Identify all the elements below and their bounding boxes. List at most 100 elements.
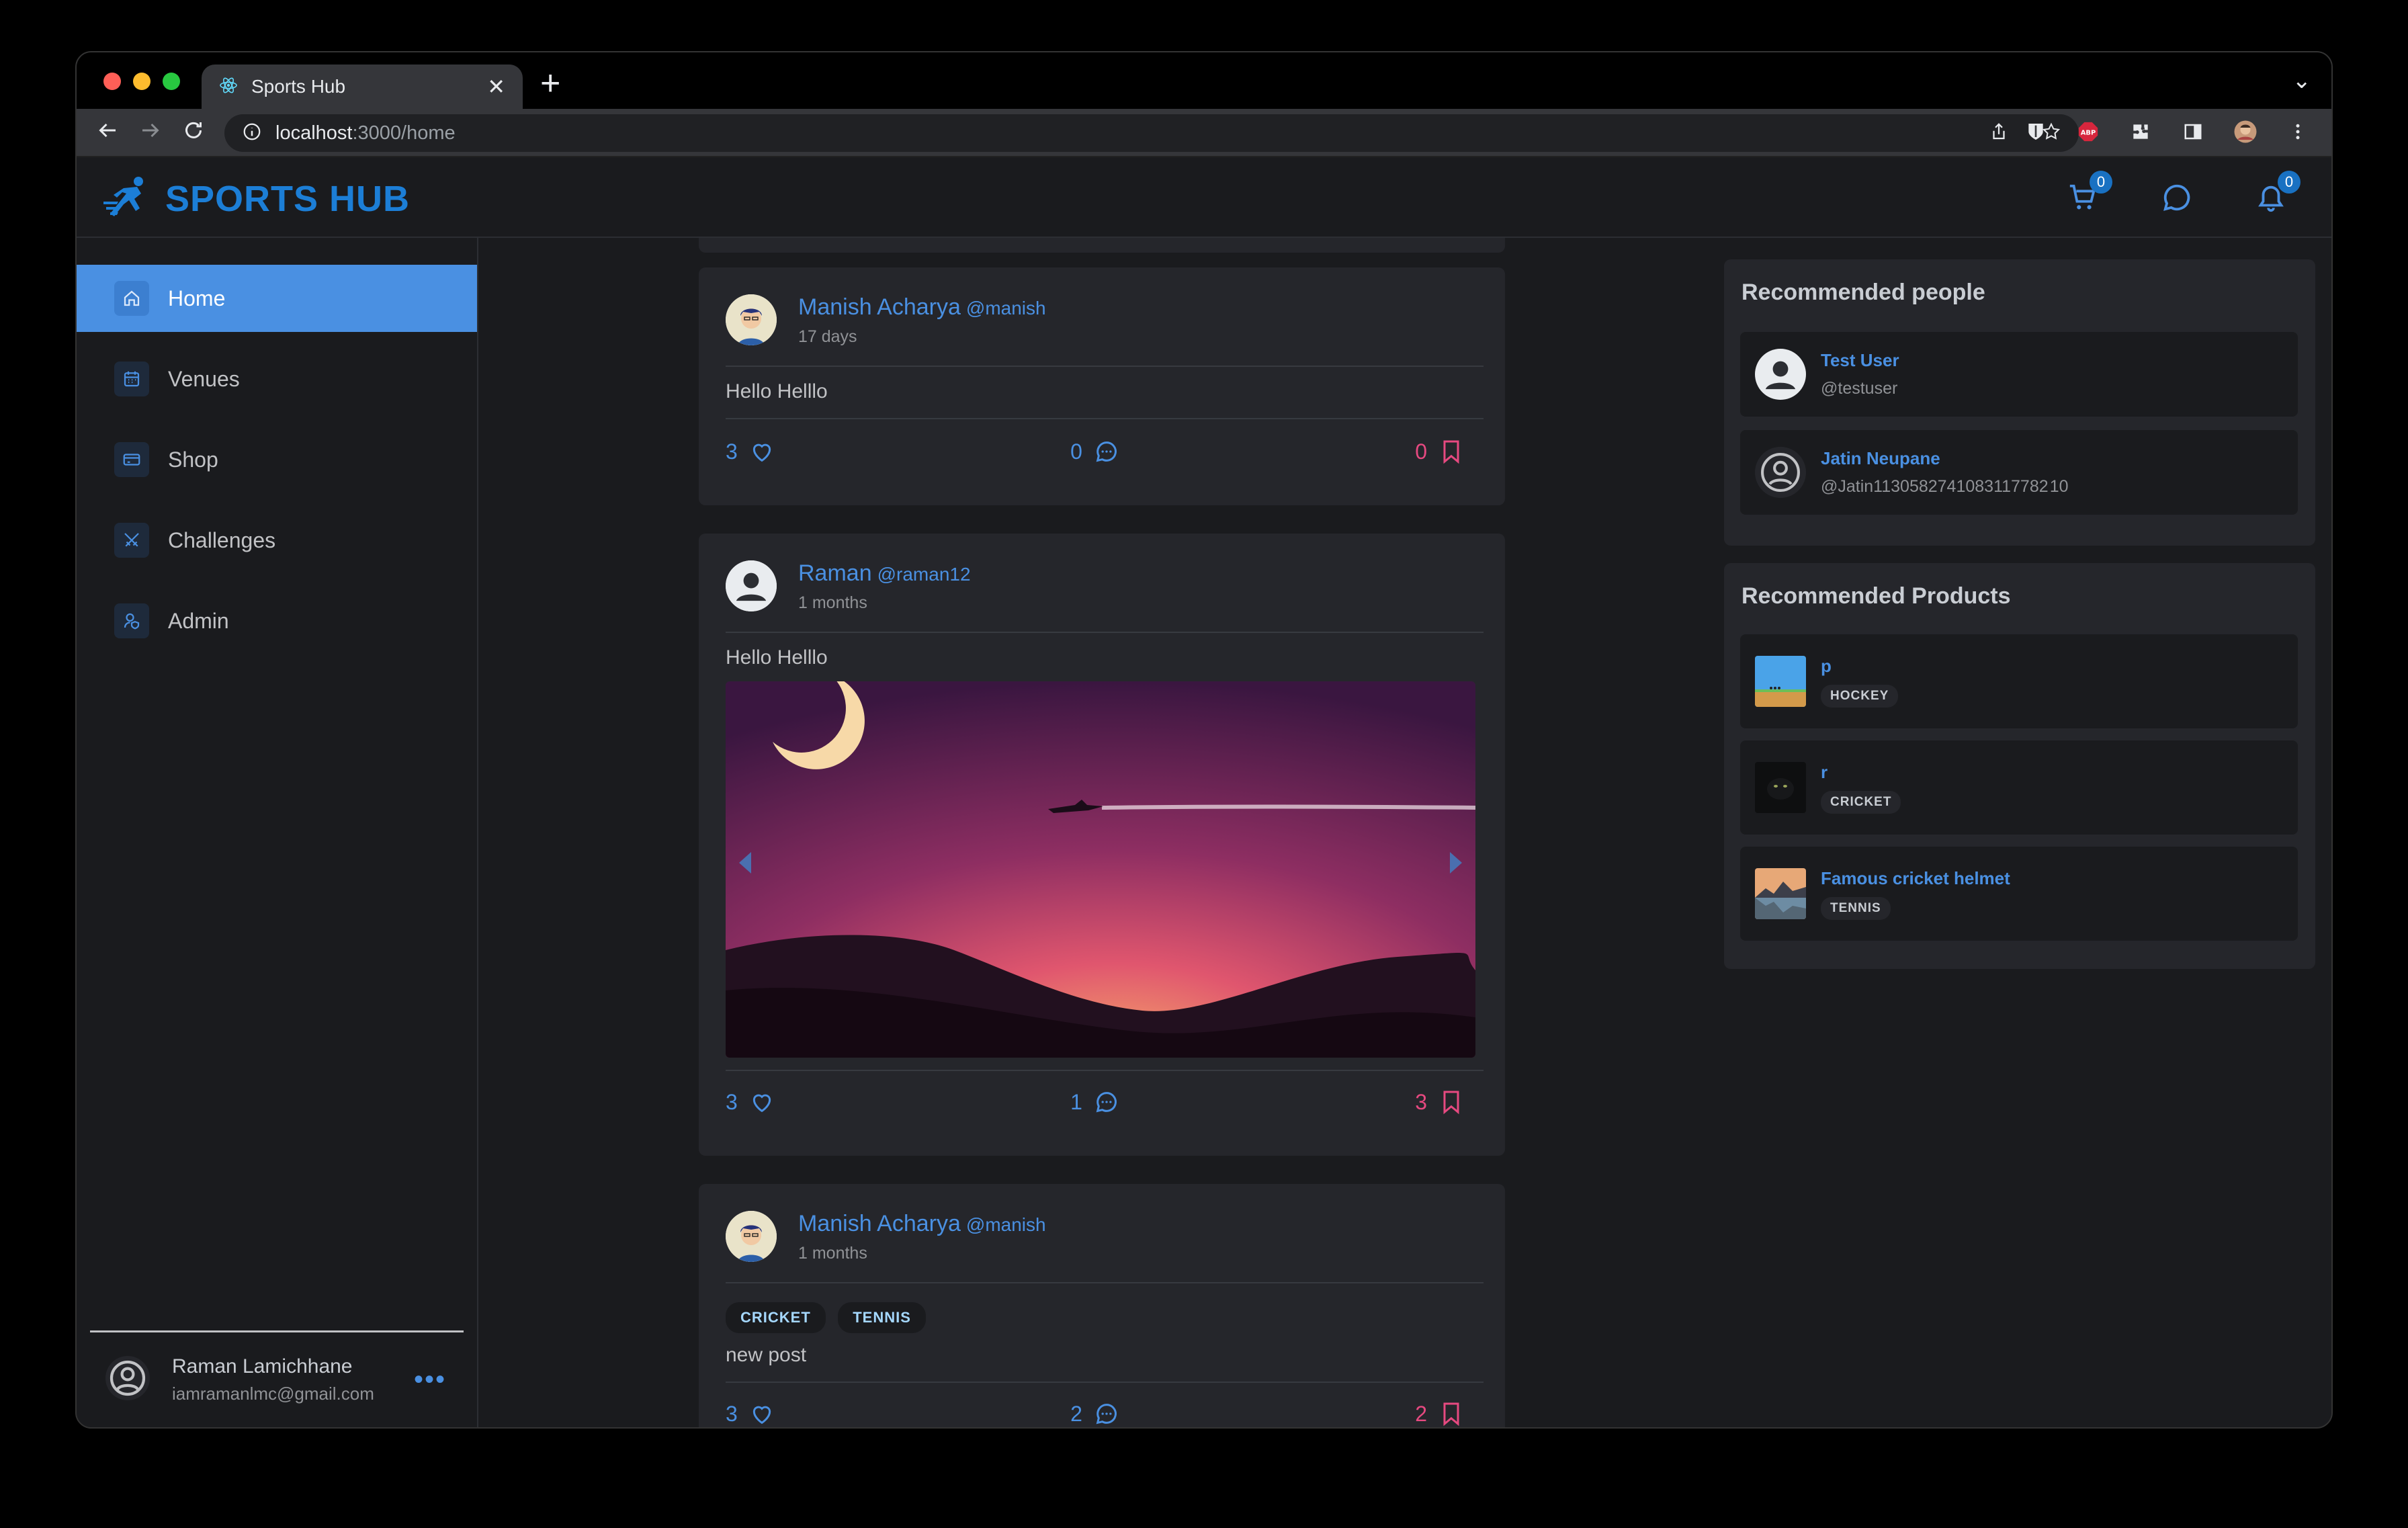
post-tag[interactable]: CRICKET	[726, 1302, 826, 1333]
chat-icon	[2163, 184, 2190, 211]
brand-name: SPORTS HUB	[165, 178, 411, 219]
sidebar-item-label: Admin	[168, 608, 229, 633]
messages-button[interactable]	[2157, 177, 2197, 218]
post-actions: 3 2 2	[726, 1400, 1465, 1427]
browser-toolbar: localhost:3000/home ABP	[77, 109, 2331, 157]
forward-icon[interactable]	[138, 118, 163, 147]
browser-menu-icon[interactable]	[2283, 117, 2313, 146]
person-name[interactable]: Jatin Neupane	[1821, 448, 2069, 469]
avatar[interactable]	[726, 1211, 777, 1262]
recommended-person[interactable]: Jatin Neupane @Jatin1130582741083117782 …	[1740, 430, 2298, 515]
recommended-product[interactable]: Famous cricket helmet TENNIS	[1740, 847, 2298, 941]
adblock-icon[interactable]: ABP	[2073, 117, 2103, 146]
person-info: Jatin Neupane @Jatin1130582741083117782 …	[1821, 448, 2069, 497]
sidebar-item-label: Shop	[168, 447, 218, 472]
author-handle[interactable]: @raman12	[877, 564, 971, 585]
post-tag[interactable]: TENNIS	[838, 1302, 926, 1333]
sidebar-item-home[interactable]: Home	[77, 265, 477, 332]
person-name[interactable]: Test User	[1821, 350, 1899, 371]
panel-title: Recommended people	[1742, 280, 1985, 305]
notification-badge: 0	[2278, 171, 2300, 194]
sidebar-item-label: Venues	[168, 366, 240, 391]
post-feed: Manish Acharya @manish 17 days Hello Hell…	[699, 238, 1505, 1427]
comment-button[interactable]: 0	[1070, 438, 1120, 465]
post-card: Raman @raman12 1 months Hello Helllo 3 1…	[699, 534, 1505, 1156]
recommended-product[interactable]: r CRICKET	[1740, 740, 2298, 835]
person-handle: @Jatin1130582741083117782 10	[1821, 477, 2069, 496]
profile-avatar-icon[interactable]	[2231, 117, 2260, 146]
maximize-window-button[interactable]	[163, 73, 180, 90]
new-tab-button[interactable]: +	[540, 66, 560, 101]
avatar[interactable]	[726, 560, 777, 611]
divider	[726, 418, 1484, 419]
address-bar[interactable]: localhost:3000/home	[224, 114, 2079, 152]
browser-window: Sports Hub ✕ + ⌄ localhost:3000/home ABP…	[75, 51, 2333, 1429]
notifications-button[interactable]: 0	[2251, 171, 2300, 218]
image-carousel[interactable]	[726, 681, 1475, 1058]
post-header: Manish Acharya @manish 17 days	[726, 294, 1046, 347]
product-name[interactable]: p	[1821, 656, 1898, 677]
sidebar-item-label: Challenges	[168, 527, 276, 552]
like-count: 3	[726, 1401, 738, 1426]
author-name[interactable]: Raman	[798, 560, 872, 586]
user-info: Raman Lamichhane iamramanlmc@gmail.com	[172, 1355, 394, 1404]
bookmark-icon	[1443, 1091, 1459, 1115]
reload-icon[interactable]	[181, 118, 206, 147]
tab-search-icon[interactable]: ⌄	[2292, 67, 2312, 94]
post-time: 1 months	[798, 1244, 867, 1263]
save-count: 0	[1415, 439, 1427, 464]
cart-button[interactable]: 0	[2063, 171, 2112, 218]
divider	[726, 1282, 1484, 1283]
comment-count: 2	[1070, 1401, 1082, 1426]
bitwarden-icon[interactable]	[2021, 117, 2051, 146]
like-button[interactable]: 3	[726, 1089, 775, 1115]
extensions-puzzle-icon[interactable]	[2126, 117, 2155, 146]
bookmark-icon	[1443, 440, 1459, 464]
more-options-icon[interactable]: •••	[414, 1365, 446, 1395]
save-button[interactable]: 3	[1415, 1089, 1465, 1115]
product-tag: CRICKET	[1821, 790, 1901, 814]
tab-close-icon[interactable]: ✕	[487, 74, 505, 99]
share-icon[interactable]	[1989, 122, 2009, 145]
author-handle[interactable]: @manish	[966, 298, 1046, 319]
browser-tab[interactable]: Sports Hub ✕	[202, 65, 523, 109]
heart-icon	[752, 1094, 771, 1113]
brand-logo[interactable]: SPORTS HUB	[103, 175, 410, 222]
carousel-next-icon[interactable]	[1447, 849, 1466, 880]
panel-title: Recommended Products	[1742, 583, 2011, 609]
sidebar-item-admin[interactable]: Admin	[77, 587, 477, 654]
side-panel-icon[interactable]	[2178, 117, 2208, 146]
user-circle-icon	[1755, 447, 1806, 498]
user-profile-footer[interactable]: Raman Lamichhane iamramanlmc@gmail.com •…	[90, 1330, 464, 1427]
site-info-icon[interactable]	[242, 122, 262, 145]
person-info: Test User @testuser	[1821, 350, 1899, 398]
recommended-person[interactable]: Test User @testuser	[1740, 332, 2298, 417]
post-time: 17 days	[798, 327, 857, 346]
recommended-product[interactable]: p HOCKEY	[1740, 634, 2298, 728]
like-button[interactable]: 3	[726, 1400, 775, 1427]
avatar[interactable]	[726, 294, 777, 345]
extension-icons: ABP	[2021, 117, 2313, 146]
runner-logo-icon	[103, 175, 156, 222]
post-actions: 3 0 0	[726, 438, 1465, 465]
save-button[interactable]: 0	[1415, 438, 1465, 465]
back-icon[interactable]	[95, 118, 120, 147]
product-name[interactable]: Famous cricket helmet	[1821, 868, 2010, 889]
comment-button[interactable]: 1	[1070, 1089, 1120, 1115]
author-name[interactable]: Manish Acharya	[798, 1211, 961, 1236]
product-name[interactable]: r	[1821, 762, 1901, 783]
sidebar-item-shop[interactable]: Shop	[77, 426, 477, 493]
minimize-window-button[interactable]	[133, 73, 150, 90]
comment-button[interactable]: 2	[1070, 1400, 1120, 1427]
comment-icon	[1096, 1092, 1117, 1113]
author-handle[interactable]: @manish	[966, 1214, 1046, 1235]
product-info: Famous cricket helmet TENNIS	[1821, 868, 2010, 920]
carousel-prev-icon[interactable]	[735, 849, 754, 880]
author-name[interactable]: Manish Acharya	[798, 294, 961, 320]
product-thumbnail	[1755, 868, 1806, 919]
save-button[interactable]: 2	[1415, 1400, 1465, 1427]
like-button[interactable]: 3	[726, 438, 775, 465]
sidebar-item-challenges[interactable]: Challenges	[77, 507, 477, 574]
sidebar-item-venues[interactable]: Venues	[77, 345, 477, 413]
close-window-button[interactable]	[103, 73, 121, 90]
